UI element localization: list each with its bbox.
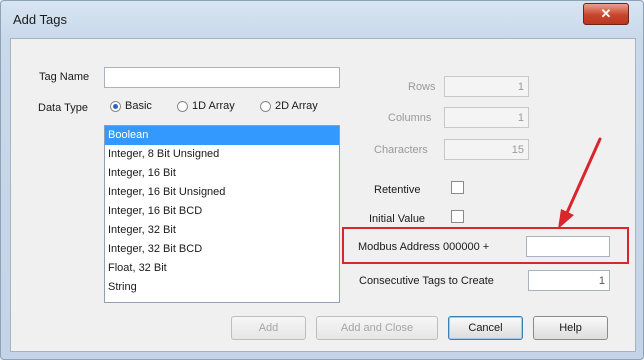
- radio-selected-icon: [110, 100, 121, 112]
- data-type-2d-array-radio[interactable]: 2D Array: [260, 100, 318, 112]
- dialog-body: Tag Name Data Type Basic 1D Array 2D Arr…: [10, 38, 636, 352]
- rows-input[interactable]: [444, 76, 529, 97]
- cancel-button[interactable]: Cancel: [448, 316, 523, 340]
- consecutive-tags-label: Consecutive Tags to Create: [359, 275, 494, 287]
- data-type-1d-array-radio[interactable]: 1D Array: [177, 100, 235, 112]
- initial-value-label: Initial Value: [369, 213, 426, 225]
- radio-empty-icon: [260, 100, 271, 112]
- list-item[interactable]: Integer, 16 Bit Unsigned: [105, 183, 339, 202]
- list-item[interactable]: Integer, 16 Bit: [105, 164, 339, 183]
- modbus-address-label: Modbus Address 000000 +: [358, 241, 490, 253]
- radio-label: Basic: [125, 100, 152, 112]
- annotation-arrow-icon: [558, 137, 602, 229]
- characters-input[interactable]: [444, 139, 529, 160]
- help-button[interactable]: Help: [533, 316, 608, 340]
- modbus-address-input[interactable]: [526, 236, 610, 257]
- retentive-checkbox[interactable]: [451, 181, 464, 194]
- close-button[interactable]: ✕: [583, 3, 629, 25]
- close-icon: ✕: [600, 6, 612, 21]
- columns-input[interactable]: [444, 107, 529, 128]
- characters-label: Characters: [374, 144, 428, 156]
- initial-value-checkbox[interactable]: [451, 210, 464, 223]
- radio-label: 2D Array: [275, 100, 318, 112]
- list-item[interactable]: Integer, 16 Bit BCD: [105, 202, 339, 221]
- radio-empty-icon: [177, 100, 188, 112]
- list-item[interactable]: Float, 32 Bit: [105, 259, 339, 278]
- list-item[interactable]: Integer, 32 Bit: [105, 221, 339, 240]
- rows-label: Rows: [408, 81, 436, 93]
- data-type-basic-radio[interactable]: Basic: [110, 100, 152, 112]
- list-item[interactable]: Boolean: [105, 126, 339, 145]
- retentive-label: Retentive: [374, 184, 421, 196]
- consecutive-tags-input[interactable]: [528, 270, 610, 291]
- title-bar[interactable]: Add Tags ✕: [1, 1, 643, 37]
- radio-label: 1D Array: [192, 100, 235, 112]
- data-type-label: Data Type: [38, 102, 88, 114]
- list-item[interactable]: Integer, 8 Bit Unsigned: [105, 145, 339, 164]
- tag-name-input[interactable]: [104, 67, 340, 88]
- columns-label: Columns: [388, 112, 432, 124]
- tag-name-label: Tag Name: [39, 71, 90, 83]
- list-item[interactable]: String: [105, 278, 339, 297]
- add-button[interactable]: Add: [231, 316, 306, 340]
- data-type-list[interactable]: Boolean Integer, 8 Bit Unsigned Integer, 1…: [104, 125, 340, 303]
- dialog-title: Add Tags: [13, 12, 67, 27]
- add-and-close-button[interactable]: Add and Close: [316, 316, 438, 340]
- list-item[interactable]: Integer, 32 Bit BCD: [105, 240, 339, 259]
